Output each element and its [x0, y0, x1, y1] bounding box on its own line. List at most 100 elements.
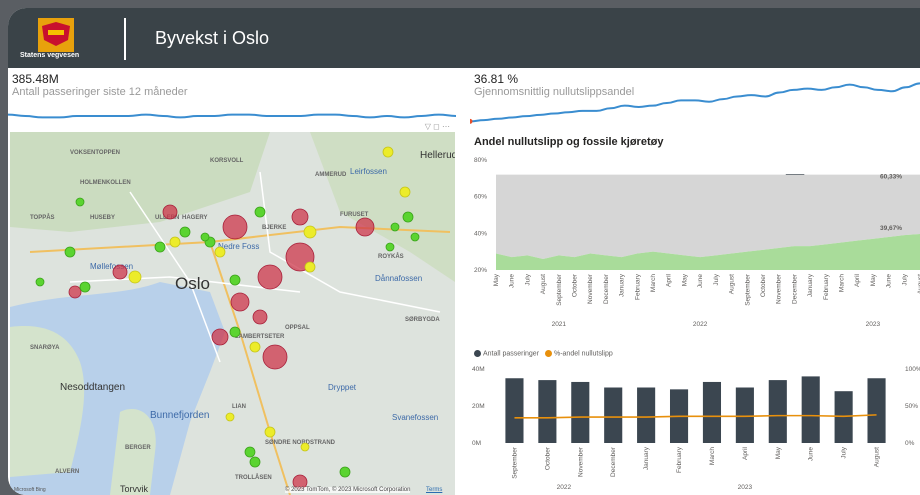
logo-text: Statens vegvesen [20, 52, 80, 59]
map-bubble[interactable] [252, 309, 268, 325]
map-bubble[interactable] [225, 412, 235, 422]
x-tick-label: February [676, 446, 683, 473]
x-tick-label: December [603, 273, 610, 304]
map-bubble[interactable] [304, 261, 316, 273]
x-tick-label: June [808, 447, 815, 461]
map-bubble[interactable] [179, 226, 191, 238]
map-bubble[interactable] [402, 211, 414, 223]
x-tick-label: October [544, 446, 551, 470]
map-bubble[interactable] [244, 446, 256, 458]
map-bubble[interactable] [162, 204, 178, 220]
map-bubble[interactable] [385, 242, 395, 252]
x-tick-label: July [524, 273, 531, 285]
map-terms-link[interactable]: Terms [426, 487, 442, 493]
x-tick-label: July [841, 446, 848, 458]
bar [735, 387, 754, 443]
map-bubble[interactable] [229, 274, 241, 286]
map-bubble[interactable] [169, 236, 181, 248]
bar [867, 378, 886, 443]
x-tick-label: April [666, 273, 673, 287]
map-bubble[interactable] [262, 344, 288, 370]
x-tick-label: May [870, 273, 877, 286]
map-bubble[interactable] [382, 146, 394, 158]
x-tick-label: August [729, 274, 736, 294]
map-bubble[interactable] [390, 222, 400, 232]
map-bubble[interactable] [254, 206, 266, 218]
year-label: 2022 [693, 321, 708, 328]
x-tick-label: April [854, 273, 861, 287]
map-bubble[interactable] [230, 292, 250, 312]
map-bubble[interactable] [339, 466, 351, 478]
map-bubble[interactable] [64, 246, 76, 258]
oslo-map[interactable]: VOKSENTOPPEN HOLMENKOLLEN KORSVOLL AMMER… [10, 132, 455, 495]
x-tick-label: May [681, 273, 688, 286]
y-left-tick-label: 40M [472, 366, 485, 373]
map-bubble[interactable] [355, 217, 375, 237]
x-tick-label: May [775, 446, 782, 459]
x-tick-label: November [587, 273, 594, 304]
x-tick-label: September [744, 273, 751, 306]
legend-share-dot [544, 350, 552, 357]
map-bubble[interactable] [229, 326, 241, 338]
x-tick-label: July [713, 273, 720, 285]
map-bubble[interactable] [214, 246, 226, 258]
y-tick-label: 60% [474, 194, 487, 201]
map-bubble[interactable] [249, 456, 261, 468]
year-label: 2021 [552, 321, 567, 328]
x-tick-label: October [572, 273, 579, 297]
bar-line-chart[interactable]: 40M 20M 0M 100% 50% 0% September October Novembe… [468, 361, 920, 495]
map-bubble-layer[interactable] [10, 132, 455, 495]
x-tick-label: August [540, 274, 547, 294]
y-right-tick-label: 0% [905, 440, 915, 447]
visual-header-icons[interactable]: ▽ ◻ ⋯ [425, 122, 450, 131]
year-label: 2023 [866, 321, 881, 328]
x-tick-label: December [791, 273, 798, 304]
map-bubble[interactable] [112, 264, 128, 280]
y-right-tick-label: 100% [905, 366, 920, 373]
zero-emission-share-line [514, 414, 877, 419]
map-bubble[interactable] [75, 197, 85, 207]
x-tick-label: February [634, 273, 641, 300]
map-bubble[interactable] [291, 208, 309, 226]
legend-passages-dot [474, 350, 481, 357]
y-right-tick-label: 50% [905, 403, 918, 410]
map-bubble[interactable] [68, 285, 82, 299]
y-left-tick-label: 0M [472, 440, 481, 447]
x-tick-label: March [650, 274, 657, 292]
x-tick-label: June [509, 274, 516, 288]
map-bubble[interactable] [257, 264, 283, 290]
area-chart[interactable]: 80% 60% 40% 20% 60,33% 39,67% May June July Augus… [468, 150, 920, 330]
map-bubble[interactable] [211, 328, 229, 346]
map-bubble[interactable] [399, 186, 411, 198]
x-tick-label: July [901, 273, 908, 285]
map-bubble[interactable] [410, 232, 420, 242]
map-bubble[interactable] [154, 241, 166, 253]
map-bubble[interactable] [264, 426, 276, 438]
x-tick-label: February [823, 273, 830, 300]
x-tick-label: September [556, 273, 563, 306]
bar [637, 387, 656, 443]
map-bubble[interactable] [200, 232, 210, 242]
report-title: Byvekst i Oslo [155, 28, 270, 48]
sparkline-start-dot [470, 118, 473, 124]
legend-passages-label: Antall passeringer [483, 350, 540, 358]
year-label: 2023 [738, 484, 753, 491]
report-canvas: Statens vegvesen Byvekst i Oslo 385.48M … [8, 8, 920, 495]
map-bubble[interactable] [79, 281, 91, 293]
map-bubble[interactable] [303, 225, 317, 239]
x-tick-label: March [838, 274, 845, 292]
x-tick-label: March [709, 447, 716, 465]
map-bubble[interactable] [300, 442, 310, 452]
x-tick-label: January [619, 273, 626, 297]
y-left-tick-label: 20M [472, 403, 485, 410]
kpi-passages-card[interactable]: 385.48M Antall passeringer siste 12 måne… [8, 68, 456, 131]
x-tick-label: August [874, 447, 881, 467]
map-bubble[interactable] [222, 214, 248, 240]
x-tick-label: June [697, 274, 704, 288]
map-bubble[interactable] [128, 270, 142, 284]
map-bubble[interactable] [35, 277, 45, 287]
bar [702, 381, 722, 443]
bar [505, 378, 524, 443]
map-bubble[interactable] [249, 341, 261, 353]
kpi-zero-emission-card[interactable]: 36.81 % Gjennomsnittlig nullutslippsande… [470, 68, 920, 130]
